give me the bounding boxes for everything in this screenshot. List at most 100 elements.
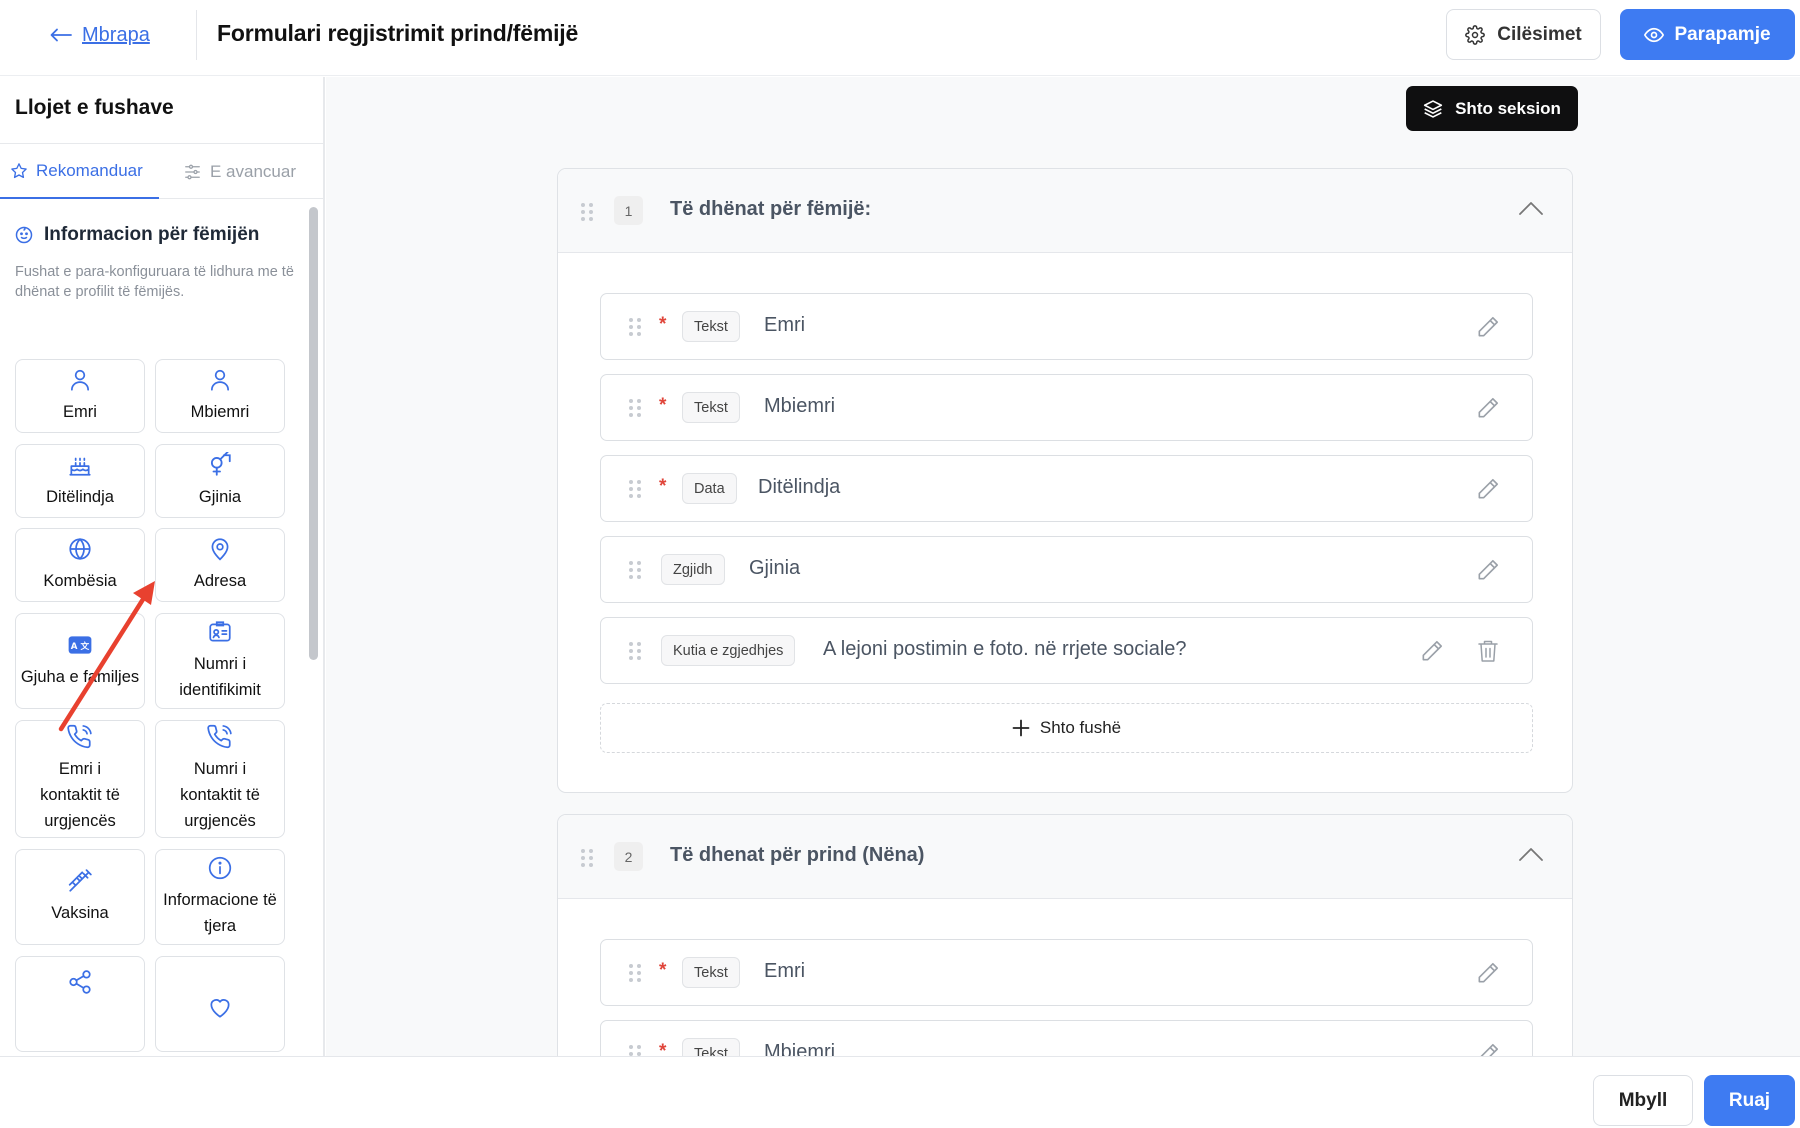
field-type-badge: Tekst bbox=[682, 1038, 740, 1056]
user-icon bbox=[67, 367, 93, 393]
close-button[interactable]: Mbyll bbox=[1593, 1075, 1693, 1126]
sidebar-content: Informacion për fëmijën Fushat e para-ko… bbox=[0, 200, 323, 1056]
layers-icon bbox=[1423, 99, 1443, 119]
add-field-label: Shto fushë bbox=[1039, 718, 1122, 737]
phone-call-icon bbox=[207, 724, 233, 750]
field-label: Ditëlindja bbox=[758, 476, 841, 498]
back-label: Mbrapa bbox=[82, 23, 150, 46]
field-label: Mbiemri bbox=[764, 395, 836, 417]
pencil-icon[interactable] bbox=[1475, 395, 1501, 421]
field-label: A lejoni postimin e foto. në rrjete soci… bbox=[823, 638, 1187, 660]
section-title: Të dhenat për prind (Nëna) bbox=[670, 844, 925, 866]
tile-share[interactable] bbox=[15, 956, 145, 1052]
top-header: Mbrapa Formulari regjistrimit prind/fëmi… bbox=[0, 0, 1800, 76]
section-header: 2 Të dhenat për prind (Nëna) bbox=[558, 815, 1572, 899]
save-button[interactable]: Ruaj bbox=[1704, 1075, 1795, 1126]
child-info-description: Fushat e para-konfiguruara të lidhura me… bbox=[15, 264, 294, 300]
tile-emergency-contact-name[interactable]: Emri i kontaktit të urgjencës bbox=[15, 720, 145, 838]
heart-icon bbox=[207, 995, 233, 1021]
pencil-icon[interactable] bbox=[1475, 314, 1501, 340]
chevron-up-icon[interactable] bbox=[1518, 846, 1544, 862]
tile-family-language[interactable]: A文 Gjuha e familjes bbox=[15, 613, 145, 709]
phone-call-icon bbox=[67, 724, 93, 750]
tab-recommended[interactable]: Rekomanduar bbox=[0, 144, 159, 199]
drag-handle-icon[interactable] bbox=[628, 479, 642, 499]
settings-button[interactable]: Cilësimet bbox=[1446, 9, 1601, 60]
add-field-button[interactable]: Shto fushë bbox=[600, 703, 1533, 753]
tile-other-info[interactable]: Informacione të tjera bbox=[155, 849, 285, 945]
required-asterisk: * bbox=[659, 395, 667, 416]
pencil-icon[interactable] bbox=[1419, 638, 1445, 664]
globe-icon bbox=[67, 536, 93, 562]
trash-icon[interactable] bbox=[1476, 638, 1500, 664]
preview-button[interactable]: Parapamje bbox=[1620, 9, 1795, 60]
drag-handle-icon[interactable] bbox=[628, 398, 642, 418]
cake-icon bbox=[67, 452, 93, 478]
form-field-row[interactable]: * Tekst Emri bbox=[600, 939, 1533, 1006]
drag-handle-icon[interactable] bbox=[580, 202, 594, 222]
tile-more[interactable] bbox=[155, 956, 285, 1052]
required-asterisk: * bbox=[659, 960, 667, 981]
tile-first-name[interactable]: Emri bbox=[15, 359, 145, 433]
form-section: 1 Të dhënat për fëmijë: * Tekst Emri * T… bbox=[557, 168, 1573, 793]
form-canvas: Shto seksion 1 Të dhënat për fëmijë: * T… bbox=[326, 77, 1800, 1056]
user-icon bbox=[207, 367, 233, 393]
drag-handle-icon[interactable] bbox=[628, 560, 642, 580]
sliders-icon bbox=[183, 163, 202, 181]
tile-gender[interactable]: Gjinia bbox=[155, 444, 285, 518]
map-pin-icon bbox=[207, 536, 233, 562]
drag-handle-icon[interactable] bbox=[628, 317, 642, 337]
required-asterisk: * bbox=[659, 1041, 667, 1056]
tile-emergency-contact-number[interactable]: Numri i kontaktit të urgjencës bbox=[155, 720, 285, 838]
pencil-icon[interactable] bbox=[1475, 960, 1501, 986]
svg-text:文: 文 bbox=[80, 640, 90, 652]
form-field-row[interactable]: * Tekst Emri bbox=[600, 293, 1533, 360]
form-field-row[interactable]: * Tekst Mbiemri bbox=[600, 374, 1533, 441]
tile-label: Numri i kontaktit të urgjencës bbox=[180, 760, 260, 830]
chevron-up-icon[interactable] bbox=[1518, 200, 1544, 216]
field-type-badge: Zgjidh bbox=[661, 554, 725, 585]
form-field-row[interactable]: Kutia e zgjedhjes A lejoni postimin e fo… bbox=[600, 617, 1533, 684]
tile-label: Gjuha e familjes bbox=[20, 668, 140, 686]
field-label: Emri bbox=[764, 960, 806, 982]
field-label: Emri bbox=[764, 314, 806, 336]
info-icon bbox=[207, 855, 233, 881]
svg-text:A: A bbox=[71, 642, 78, 652]
drag-handle-icon[interactable] bbox=[628, 1044, 642, 1056]
pencil-icon[interactable] bbox=[1475, 557, 1501, 583]
add-section-label: Shto seksion bbox=[1455, 98, 1561, 118]
gear-icon bbox=[1465, 24, 1486, 45]
field-type-badge: Tekst bbox=[682, 957, 740, 988]
pencil-icon[interactable] bbox=[1475, 476, 1501, 502]
field-type-badge: Kutia e zgjedhjes bbox=[661, 635, 796, 666]
tile-id-number[interactable]: Numri i identifikimit bbox=[155, 613, 285, 709]
tab-advanced-label: E avancuar bbox=[210, 161, 296, 181]
field-type-badge: Tekst bbox=[682, 392, 740, 423]
field-label: Mbiemri bbox=[764, 1041, 836, 1056]
drag-handle-icon[interactable] bbox=[628, 963, 642, 983]
tile-birthday[interactable]: Ditëlindja bbox=[15, 444, 145, 518]
drag-handle-icon[interactable] bbox=[628, 641, 642, 661]
tile-last-name[interactable]: Mbiemri bbox=[155, 359, 285, 433]
add-section-button[interactable]: Shto seksion bbox=[1406, 86, 1578, 131]
sidebar-title: Llojet e fushave bbox=[15, 96, 174, 119]
form-field-row[interactable]: Zgjidh Gjinia bbox=[600, 536, 1533, 603]
tile-vaccine[interactable]: Vaksina bbox=[15, 849, 145, 945]
tile-address[interactable]: Adresa bbox=[155, 528, 285, 602]
form-field-row[interactable]: * Data Ditëlindja bbox=[600, 455, 1533, 522]
sidebar-tabs: Rekomanduar E avancuar bbox=[0, 143, 323, 199]
footer-bar: Mbyll Ruaj bbox=[0, 1056, 1800, 1128]
sidebar-scrollbar[interactable] bbox=[309, 207, 318, 660]
eye-icon bbox=[1644, 25, 1665, 45]
language-icon: A文 bbox=[67, 632, 93, 658]
pencil-icon[interactable] bbox=[1475, 1041, 1501, 1056]
field-type-badge: Tekst bbox=[682, 311, 740, 342]
tile-nationality[interactable]: Kombësia bbox=[15, 528, 145, 602]
tab-recommended-label: Rekomanduar bbox=[36, 160, 143, 180]
star-icon bbox=[10, 162, 28, 180]
tile-label: Emri i kontaktit të urgjencës bbox=[40, 760, 120, 830]
drag-handle-icon[interactable] bbox=[580, 848, 594, 868]
tab-advanced[interactable]: E avancuar bbox=[183, 144, 296, 199]
back-link[interactable]: Mbrapa bbox=[50, 22, 150, 48]
form-field-row[interactable]: * Tekst Mbiemri bbox=[600, 1020, 1533, 1056]
